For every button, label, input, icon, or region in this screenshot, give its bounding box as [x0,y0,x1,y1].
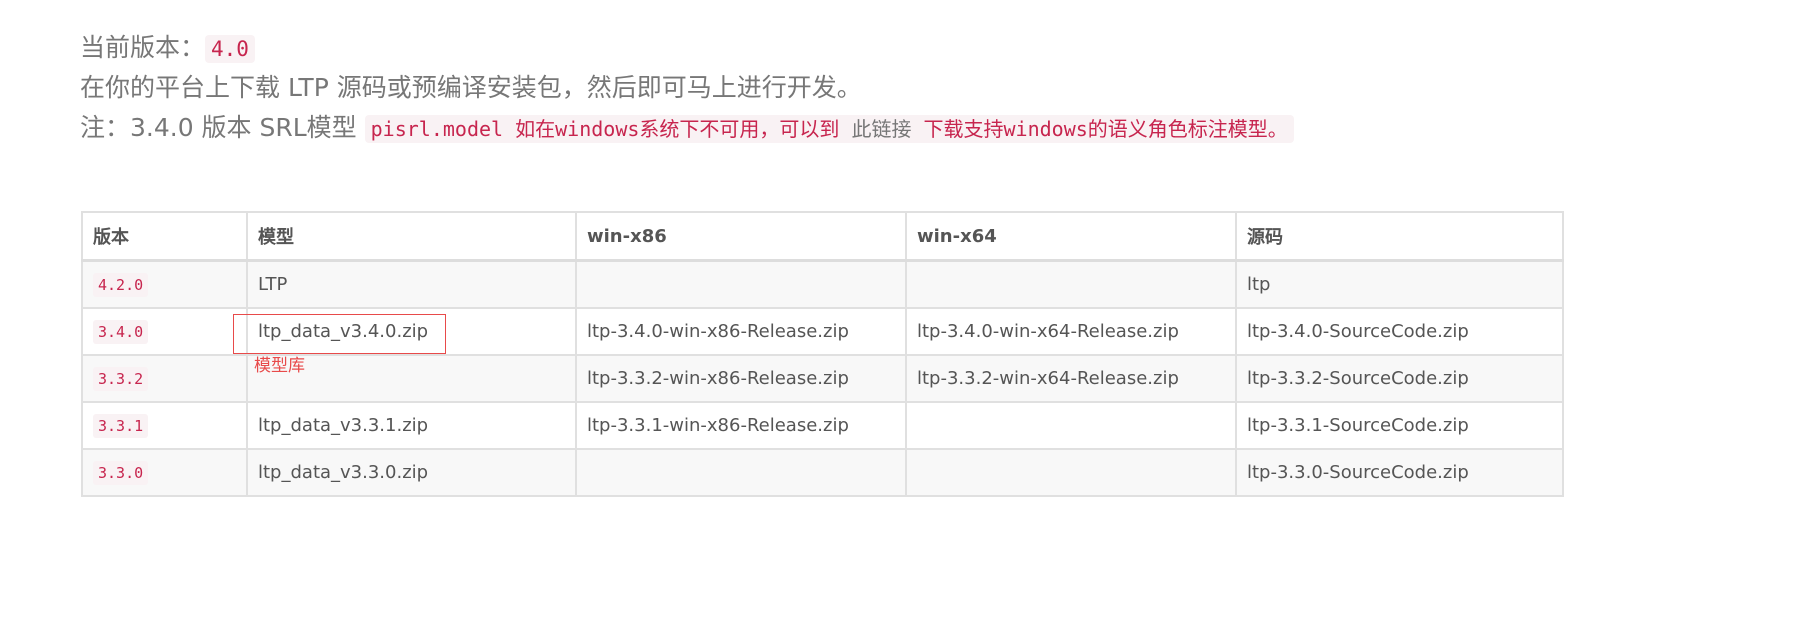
header-win-x86: win-x86 [575,211,907,262]
version-cell: 3.4.0 [81,307,248,356]
source-link[interactable]: ltp-3.3.0-SourceCode.zip [1235,448,1564,497]
version-badge: 3.3.2 [93,367,149,391]
win-x86-link[interactable]: ltp-3.3.1-win-x86-Release.zip [575,401,907,450]
win-x64-link [905,259,1237,309]
version-badge: 4.2.0 [93,273,149,297]
version-cell: 3.3.0 [81,448,248,497]
download-instructions: 在你的平台上下载 LTP 源码或预编译安装包，然后即可马上进行开发。 [80,73,862,102]
source-link[interactable]: ltp-3.4.0-SourceCode.zip [1235,307,1564,356]
header-source: 源码 [1235,211,1564,262]
win-x64-link [905,448,1237,497]
model-link[interactable]: ltp_data_v3.3.0.zip [246,448,577,497]
win-x86-link[interactable]: ltp-3.3.2-win-x86-Release.zip [575,354,907,403]
table-header-row: 版本 模型 win-x86 win-x64 源码 [81,211,1564,262]
srl-note-code: pisrl.model 如在windows系统下不可用，可以到 此链接 下载支持… [364,115,1294,143]
version-badge: 3.3.0 [93,461,149,485]
annotation-label: 模型库 [254,356,305,376]
current-version-line: 当前版本： 4.0 [80,28,1780,68]
version-badge: 3.3.1 [93,414,149,438]
annotation-highlight-box [233,314,446,354]
source-link[interactable]: ltp [1235,259,1564,309]
header-version: 版本 [81,211,248,262]
srl-note-suffix: 下载支持windows的语义角色标注模型。 [923,117,1288,141]
srl-note-prefix: 注：3.4.0 版本 SRL模型 [80,113,365,142]
win-x86-link[interactable]: ltp-3.4.0-win-x86-Release.zip [575,307,907,356]
intro-section: 当前版本： 4.0 在你的平台上下载 LTP 源码或预编译安装包，然后即可马上进行… [80,28,1780,148]
current-version-value: 4.0 [205,35,255,63]
win-x86-link [575,259,907,309]
header-model: 模型 [246,211,577,262]
win-x64-link [905,401,1237,450]
table-row: 3.3.0 ltp_data_v3.3.0.zip ltp-3.3.0-Sour… [81,448,1564,497]
version-badge: 3.4.0 [93,320,149,344]
current-version-label: 当前版本： [80,33,206,62]
model-link[interactable]: LTP [246,259,577,309]
version-cell: 3.3.1 [81,401,248,450]
srl-note-line: 注：3.4.0 版本 SRL模型 pisrl.model 如在windows系统… [80,108,1780,148]
win-x64-link[interactable]: ltp-3.4.0-win-x64-Release.zip [905,307,1237,356]
win-x64-link[interactable]: ltp-3.3.2-win-x64-Release.zip [905,354,1237,403]
version-cell: 4.2.0 [81,259,248,309]
source-link[interactable]: ltp-3.3.1-SourceCode.zip [1235,401,1564,450]
model-link[interactable]: ltp_data_v3.3.1.zip [246,401,577,450]
version-cell: 3.3.2 [81,354,248,403]
table-row: 4.2.0 LTP ltp [81,259,1564,309]
srl-note-code-text: pisrl.model 如在windows系统下不可用，可以到 [370,117,840,141]
win-x86-link [575,448,907,497]
header-win-x64: win-x64 [905,211,1237,262]
srl-model-download-link[interactable]: 此链接 [839,117,923,141]
source-link[interactable]: ltp-3.3.2-SourceCode.zip [1235,354,1564,403]
table-row: 3.3.1 ltp_data_v3.3.1.zip ltp-3.3.1-win-… [81,401,1564,450]
